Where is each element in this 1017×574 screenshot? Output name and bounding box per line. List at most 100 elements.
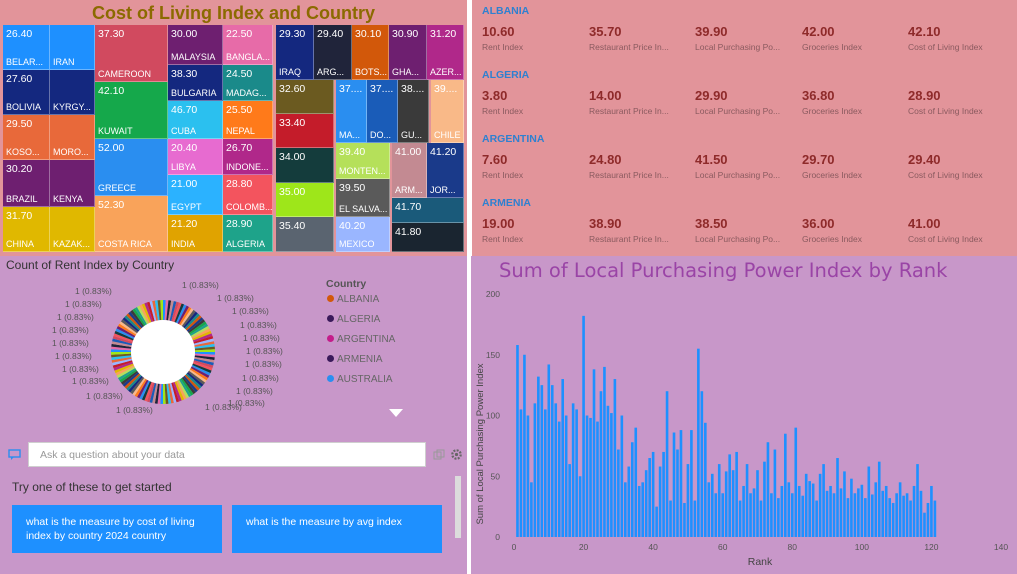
bar[interactable] [537,376,540,537]
bar[interactable] [620,415,624,538]
treemap-cell[interactable]: 41.20 JOR... [427,143,464,198]
bar[interactable] [617,449,620,537]
bar[interactable] [683,502,686,537]
bar[interactable] [693,500,697,537]
legend-item[interactable]: ARGENTINA [327,334,395,345]
bar[interactable] [523,354,526,537]
bar[interactable] [839,488,843,537]
treemap-cell[interactable]: 31.70 CHINA [3,207,50,252]
bar[interactable] [930,485,933,537]
treemap-cell[interactable]: 27.60 BOLIVIA [3,70,50,115]
bar[interactable] [898,482,902,537]
bar[interactable] [589,417,592,537]
bar[interactable] [610,413,613,537]
bar[interactable] [679,430,683,537]
bar-chart-panel[interactable]: Sum of Local Purchasing Power Index by R… [471,256,1017,574]
bar[interactable] [853,493,857,537]
bar-chart[interactable]: 0501001502000 20 40 60 80 100 120 140RankSum of… [471,256,1017,574]
treemap-cell[interactable]: 29.30 IRAQ [276,25,314,80]
bar[interactable] [634,427,638,537]
bar[interactable] [766,442,770,537]
bar[interactable] [738,500,742,537]
bar[interactable] [867,466,871,537]
bar[interactable] [526,415,530,538]
bar[interactable] [829,485,832,537]
bar[interactable] [630,442,634,537]
bar[interactable] [564,415,568,538]
bar[interactable] [644,470,648,537]
bar[interactable] [686,464,690,537]
bar[interactable] [704,422,707,537]
treemap-cell[interactable]: MORO... [50,115,95,160]
treemap-cell[interactable]: 52.30 COSTA RICA [95,196,168,252]
treemap-cell[interactable]: 30.00 MALAYSIA [168,25,223,65]
bar[interactable] [857,488,860,537]
treemap-panel[interactable]: Cost of Living Index and Country 26.40 BE… [0,0,467,256]
bar[interactable] [895,493,898,537]
multirow-row[interactable]: ARMENIA 19.00 Rent Index 38.90 Restaurant Pr… [482,192,1012,254]
bar[interactable] [721,493,725,537]
multirow-row[interactable]: ALBANIA 10.60 Rent Index 35.70 Restaurant Pr… [482,0,1012,62]
copy-icon[interactable] [433,449,445,461]
treemap-cell[interactable]: 29.50 KOSO... [3,115,50,160]
bar[interactable] [561,379,565,537]
bar[interactable] [801,495,805,537]
treemap-cell[interactable]: 35.40 [276,217,334,252]
treemap-cell[interactable]: 37.... DO... [367,80,398,143]
multirow-card-panel[interactable]: ALBANIA 10.60 Rent Index 35.70 Restaurant Pr… [472,0,1017,256]
bar[interactable] [749,493,752,537]
bar[interactable] [919,490,923,537]
bar[interactable] [923,512,926,537]
bar[interactable] [905,493,909,537]
bar[interactable] [550,385,554,537]
treemap-cell[interactable]: KYRGY... [50,70,95,115]
bar[interactable] [710,473,714,537]
bar[interactable] [641,482,645,537]
bar[interactable] [850,478,853,537]
treemap-cell[interactable]: 37.30 CAMEROON [95,25,168,82]
bar[interactable] [655,506,658,537]
treemap-cell[interactable]: 21.20 INDIA [168,215,223,252]
bar[interactable] [759,500,763,537]
bar[interactable] [731,470,735,537]
legend-scroll-down-icon[interactable] [389,409,403,419]
bar[interactable] [519,409,523,537]
bar[interactable] [585,415,589,538]
multirow-row[interactable]: ARGENTINA 7.60 Rent Index 24.80 Restaurant P… [482,128,1012,190]
bar[interactable] [592,369,596,537]
treemap-cell[interactable]: 32.60 [276,80,334,114]
treemap-cell[interactable]: 38.... GU... [398,80,429,143]
treemap-cell[interactable]: 38.30 BULGARIA [168,65,223,101]
treemap-cell[interactable]: 34.00 [276,148,334,183]
bar[interactable] [756,470,759,537]
legend-item[interactable]: AUSTRALIA [327,374,393,385]
bar[interactable] [516,345,519,537]
treemap-cell[interactable]: 20.40 LIBYA [168,139,223,175]
bar[interactable] [648,458,651,537]
gear-icon[interactable] [450,448,463,461]
treemap-cell[interactable]: 42.10 KUWAIT [95,82,168,139]
bar[interactable] [582,315,585,537]
bar[interactable] [690,430,693,537]
treemap-cell[interactable]: 46.70 CUBA [168,101,223,139]
bar[interactable] [596,421,599,537]
bar[interactable] [770,493,773,537]
bar[interactable] [822,464,825,537]
bar[interactable] [530,482,533,537]
treemap-cell[interactable]: IRAN [50,25,95,70]
bar[interactable] [836,458,839,537]
bar[interactable] [728,454,731,537]
bar[interactable] [707,482,711,537]
treemap-cell[interactable]: 41.70 [392,198,464,223]
bar[interactable] [891,502,895,537]
bar[interactable] [568,464,571,537]
bar[interactable] [742,485,745,537]
bar[interactable] [672,432,676,537]
treemap-cell[interactable]: 24.50 MADAG... [223,65,273,101]
bar[interactable] [676,449,679,537]
bar[interactable] [884,485,888,537]
treemap-cell[interactable]: 26.40 BELAR... [3,25,50,70]
treemap-cell[interactable]: 22.50 BANGLA... [223,25,273,65]
qa-suggestion-button[interactable]: what is the measure by avg index [232,505,442,553]
bar[interactable] [794,427,798,537]
